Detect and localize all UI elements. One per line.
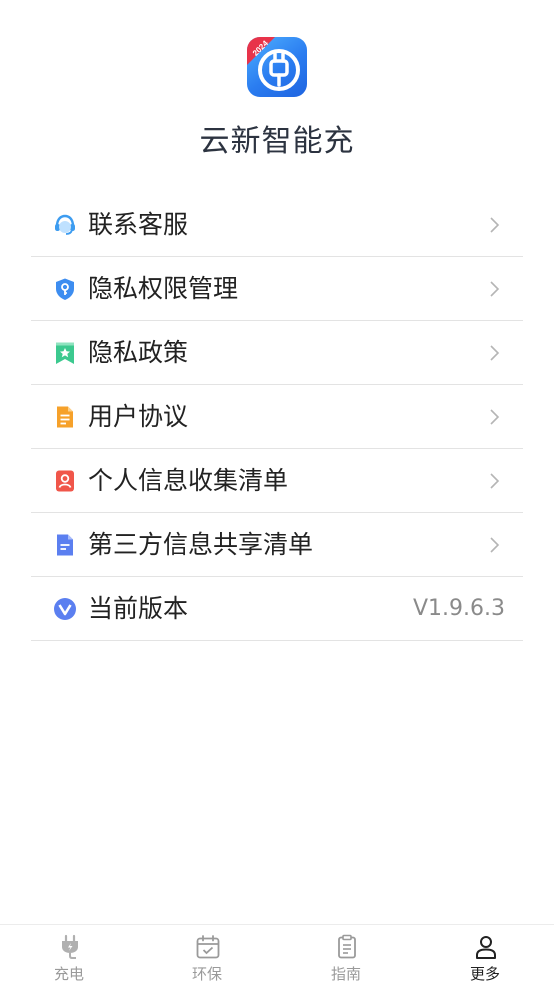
- tab-eco[interactable]: 环保: [138, 925, 276, 984]
- person-card-icon: [56, 470, 74, 492]
- file-list-icon: [57, 534, 73, 556]
- chevron-right-icon: [490, 281, 500, 297]
- version-label: 当前版本: [88, 594, 189, 623]
- bottom-tab-bar: 充电 环保 指南 更多: [0, 924, 554, 984]
- menu-item-label: 联系客服: [88, 210, 189, 239]
- tab-more[interactable]: 更多: [416, 925, 554, 984]
- menu-item-privacy-policy[interactable]: 隐私政策: [31, 321, 523, 385]
- tab-charging[interactable]: 充电: [0, 925, 138, 984]
- menu-item-label: 个人信息收集清单: [88, 466, 289, 495]
- chevron-right-icon: [490, 345, 500, 361]
- menu-item-label: 隐私权限管理: [88, 274, 239, 303]
- app-name: 云新智能充: [199, 124, 355, 159]
- calendar-check-icon: [196, 935, 220, 959]
- tab-label: 更多: [469, 965, 500, 983]
- menu-item-label: 用户协议: [88, 402, 189, 431]
- tab-label: 环保: [191, 965, 222, 983]
- menu-item-user-agreement[interactable]: 用户协议: [31, 385, 523, 449]
- menu-item-personal-info-list[interactable]: 个人信息收集清单: [31, 449, 523, 513]
- app-header: 2024 云新智能充: [0, 0, 554, 190]
- shield-key-icon: [56, 278, 74, 300]
- menu-item-third-party-sharing-list[interactable]: 第三方信息共享清单: [31, 513, 523, 577]
- plug-logo-icon: 2024: [247, 37, 300, 91]
- app-logo: 2024: [247, 37, 307, 97]
- menu-item-label: 隐私政策: [88, 338, 189, 367]
- chevron-right-icon: [490, 537, 500, 553]
- tab-label: 充电: [53, 965, 84, 983]
- menu-item-current-version: 当前版本 V1.9.6.3: [31, 577, 523, 641]
- clipboard-icon: [338, 934, 356, 959]
- chevron-right-icon: [490, 217, 500, 233]
- document-icon: [57, 406, 73, 428]
- tab-guide[interactable]: 指南: [277, 925, 415, 984]
- charging-plug-icon: [62, 934, 78, 959]
- menu-item-customer-service[interactable]: 联系客服: [31, 193, 523, 257]
- person-icon: [476, 936, 496, 959]
- chevron-right-icon: [490, 409, 500, 425]
- version-value: V1.9.6.3: [412, 596, 505, 621]
- headset-icon: [55, 214, 75, 235]
- tab-label: 指南: [330, 965, 361, 983]
- menu-item-label: 第三方信息共享清单: [88, 530, 314, 559]
- version-v-icon: [54, 598, 76, 620]
- settings-menu: 联系客服 隐私权限管理 隐私政策 用户协议 个人信息收集清单 第三方信息共享清单…: [31, 193, 523, 641]
- bookmark-star-icon: [56, 342, 74, 364]
- menu-item-privacy-permissions[interactable]: 隐私权限管理: [31, 257, 523, 321]
- chevron-right-icon: [490, 473, 500, 489]
